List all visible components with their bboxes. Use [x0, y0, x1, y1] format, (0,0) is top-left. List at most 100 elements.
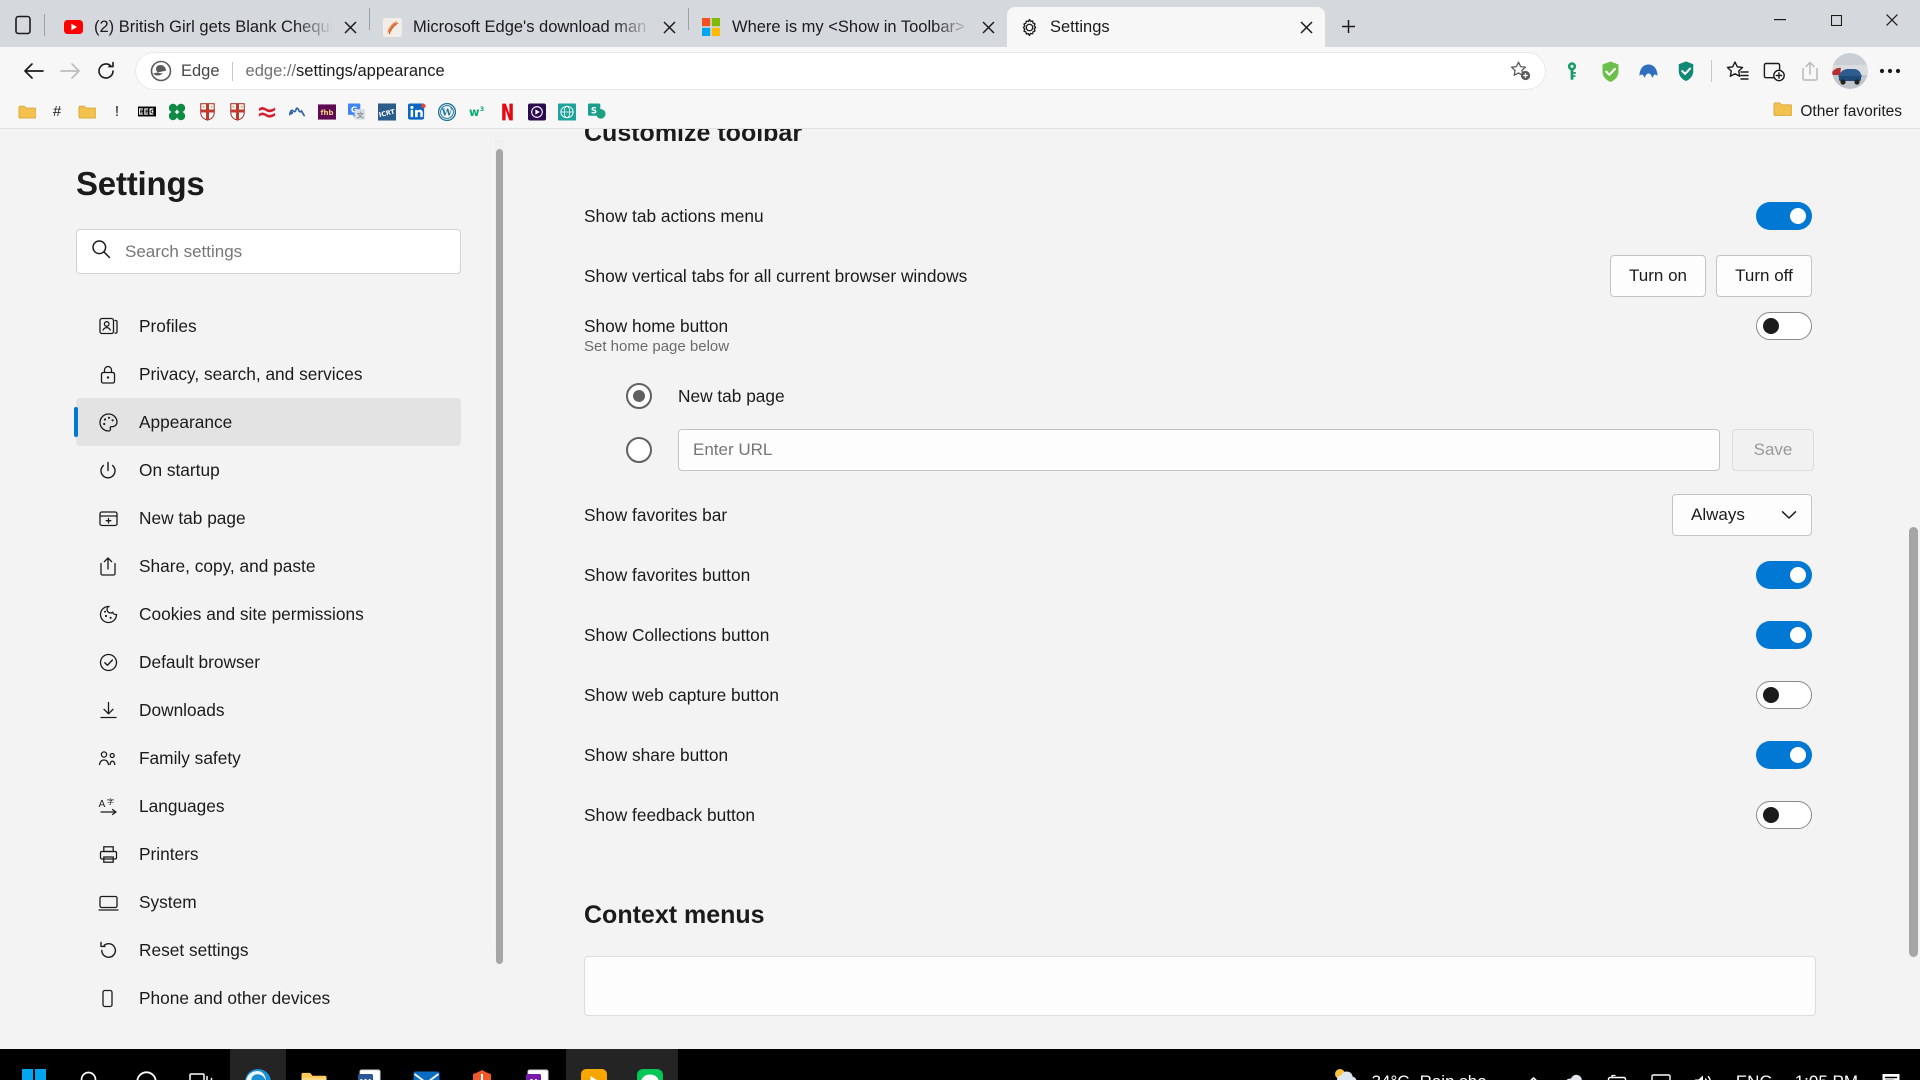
edge-taskbar-button[interactable]	[230, 1049, 286, 1080]
sidebar-item-on-startup[interactable]: On startup	[76, 446, 461, 494]
address-bar[interactable]: Edge edge://settings/appearance	[136, 53, 1545, 89]
display-icon[interactable]	[1642, 1067, 1680, 1080]
toggle-show-collections-button[interactable]	[1756, 621, 1812, 649]
home-url-input[interactable]	[678, 429, 1720, 471]
favorite-linkedin[interactable]	[402, 99, 432, 125]
other-favorites-button[interactable]: Other favorites	[1765, 98, 1910, 125]
settings-and-more-button[interactable]	[1872, 53, 1908, 89]
favorite-crest[interactable]	[222, 99, 252, 125]
mail-button[interactable]	[398, 1049, 454, 1080]
favorite-folder[interactable]	[72, 99, 102, 125]
sidebar-item-printers[interactable]: Printers	[76, 830, 461, 878]
radio-custom-url[interactable]	[626, 437, 652, 463]
browser-tab-active[interactable]: Settings	[1007, 7, 1325, 47]
battery-icon[interactable]	[1598, 1068, 1638, 1080]
favorite-skype[interactable]: S	[582, 99, 612, 125]
task-view-button[interactable]	[174, 1049, 230, 1080]
line-button[interactable]	[622, 1049, 678, 1080]
password-manager-extension-icon[interactable]	[1555, 54, 1589, 88]
sidebar-item-new-tab-page[interactable]: New tab page	[76, 494, 461, 542]
toggle-show-share-button[interactable]	[1756, 741, 1812, 769]
sidebar-item-system[interactable]: System	[76, 878, 461, 926]
media-player-button[interactable]	[566, 1049, 622, 1080]
sidebar-item-privacy[interactable]: Privacy, search, and services	[76, 350, 461, 398]
start-button[interactable]	[6, 1049, 62, 1080]
favorite-fhb[interactable]: fhb	[312, 99, 342, 125]
dropdown-show-favorites-bar[interactable]: Always	[1672, 494, 1812, 536]
clock[interactable]: 1:05 PM	[1785, 1068, 1868, 1080]
volume-icon[interactable]	[1684, 1067, 1724, 1080]
toggle-show-favorites-button[interactable]	[1756, 561, 1812, 589]
malwarebytes-extension-icon[interactable]	[1631, 54, 1665, 88]
radio-new-tab-page[interactable]	[626, 383, 652, 409]
close-icon[interactable]	[337, 14, 363, 40]
sidebar-item-profiles[interactable]: Profiles	[76, 302, 461, 350]
shield-extension-icon[interactable]	[1593, 54, 1627, 88]
browser-tab[interactable]: Where is my <Show in Toolbar>	[689, 7, 1007, 47]
page-scrollbar-thumb[interactable]	[1909, 527, 1918, 957]
close-icon[interactable]	[1293, 14, 1319, 40]
toggle-show-home-button[interactable]	[1756, 312, 1812, 340]
omnibox-url[interactable]: edge://settings/appearance	[246, 62, 1505, 81]
favorite-crest[interactable]	[192, 99, 222, 125]
onenote-button[interactable]: N	[510, 1049, 566, 1080]
favorite-teal-globe[interactable]	[552, 99, 582, 125]
share-button[interactable]	[1792, 53, 1828, 89]
maximize-button[interactable]	[1808, 0, 1864, 40]
new-tab-button[interactable]	[1331, 9, 1365, 43]
forward-button[interactable]	[52, 53, 88, 89]
turn-off-button[interactable]: Turn off	[1716, 255, 1812, 297]
favorite-green-dots[interactable]	[162, 99, 192, 125]
search-settings-box[interactable]	[76, 229, 461, 274]
search-button[interactable]	[62, 1049, 118, 1080]
favorite-video-player[interactable]	[522, 99, 552, 125]
avatar[interactable]	[1832, 53, 1868, 89]
close-icon[interactable]	[656, 14, 682, 40]
notifications-button[interactable]	[1872, 1065, 1910, 1080]
toggle-show-feedback-button[interactable]	[1756, 801, 1812, 829]
sidebar-item-appearance[interactable]: Appearance	[74, 398, 461, 446]
app-button[interactable]	[454, 1049, 510, 1080]
sidebar-item-reset-settings[interactable]: Reset settings	[76, 926, 461, 974]
language-indicator[interactable]: ENG	[1728, 1066, 1781, 1080]
refresh-button[interactable]	[88, 53, 124, 89]
favorite-hash[interactable]: #	[42, 99, 72, 125]
sidebar-item-cookies[interactable]: Cookies and site permissions	[76, 590, 461, 638]
favorite-exclaim[interactable]: !	[102, 99, 132, 125]
favorite-google-translate[interactable]: G文	[342, 99, 372, 125]
back-button[interactable]	[16, 53, 52, 89]
minimize-button[interactable]	[1752, 0, 1808, 40]
close-window-button[interactable]	[1864, 0, 1920, 40]
sidebar-item-default-browser[interactable]: Default browser	[76, 638, 461, 686]
browser-tab[interactable]: (2) British Girl gets Blank Cheque	[51, 7, 369, 47]
word-button[interactable]: W	[342, 1049, 398, 1080]
sidebar-item-phone-and-other-devices[interactable]: Phone and other devices	[76, 974, 461, 1022]
browser-tab[interactable]: Microsoft Edge's download man	[370, 7, 688, 47]
tab-search-icon[interactable]	[4, 6, 42, 44]
home-page-new-tab-option[interactable]: New tab page	[584, 369, 1814, 423]
collections-button[interactable]	[1756, 53, 1792, 89]
security-shield-extension-icon[interactable]	[1669, 54, 1703, 88]
save-button[interactable]: Save	[1732, 429, 1814, 471]
file-explorer-button[interactable]	[286, 1049, 342, 1080]
show-hidden-icons-button[interactable]	[1517, 1070, 1550, 1080]
toggle-show-web-capture-button[interactable]	[1756, 681, 1812, 709]
favorite-icrt[interactable]: ICRT	[372, 99, 402, 125]
turn-on-button[interactable]: Turn on	[1610, 255, 1706, 297]
add-favorite-icon[interactable]	[1505, 56, 1535, 86]
sidebar-item-downloads[interactable]: Downloads	[76, 686, 461, 734]
favorites-button[interactable]	[1720, 53, 1756, 89]
favorite-wordpress[interactable]: W	[432, 99, 462, 125]
favorite-blue-squiggle[interactable]	[282, 99, 312, 125]
toggle-show-tab-actions-menu[interactable]	[1756, 202, 1812, 230]
favorite-bbc[interactable]: BBC	[132, 99, 162, 125]
search-input[interactable]	[125, 241, 446, 262]
sidebar-item-share-copy-paste[interactable]: Share, copy, and paste	[76, 542, 461, 590]
favorite-red-waves[interactable]	[252, 99, 282, 125]
cortana-button[interactable]	[118, 1049, 174, 1080]
favorite-w3schools[interactable]: w3	[462, 99, 492, 125]
weather-widget[interactable]: 34°C Rain sho...	[1318, 1062, 1513, 1080]
onedrive-icon[interactable]	[1554, 1067, 1594, 1080]
favorite-netflix[interactable]	[492, 99, 522, 125]
sidebar-item-languages[interactable]: A字 Languages	[76, 782, 461, 830]
